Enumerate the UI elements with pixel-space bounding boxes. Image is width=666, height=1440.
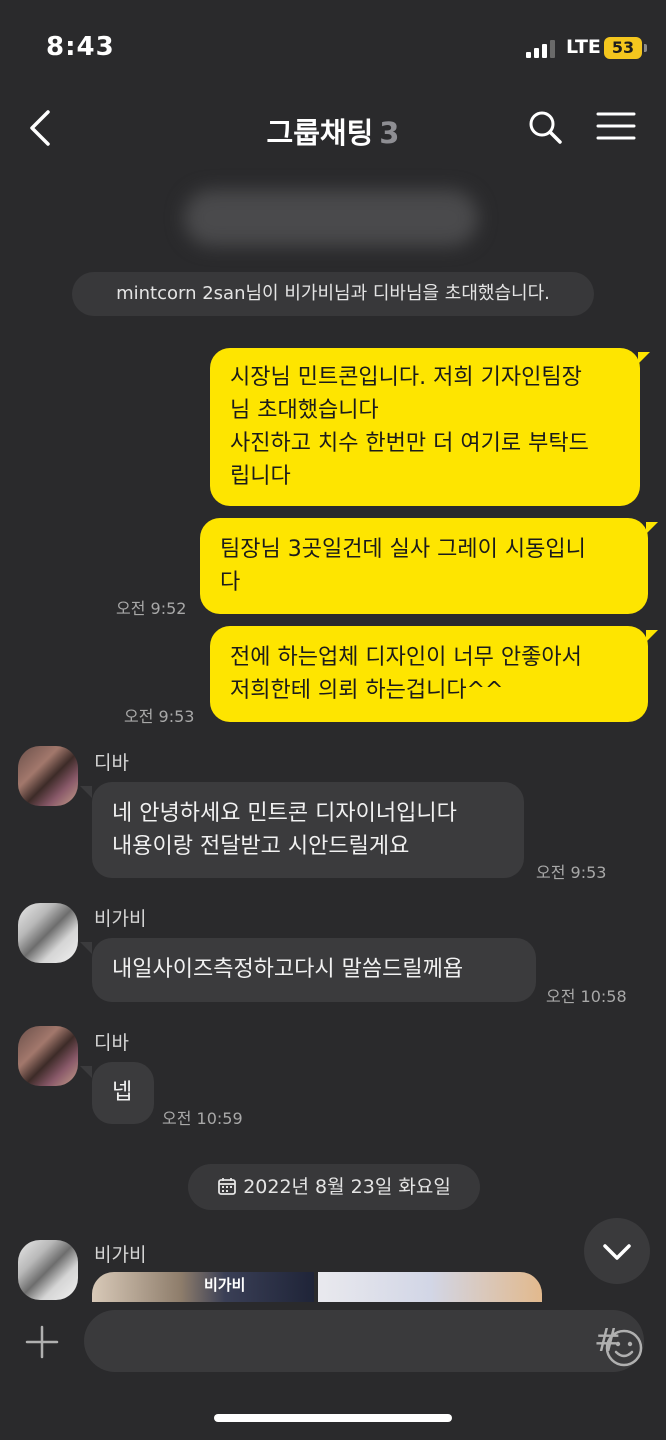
composer-bar: #	[0, 1302, 666, 1440]
calendar-icon	[218, 1178, 237, 1195]
message-time: 오전 10:58	[546, 987, 627, 1006]
bubble-tail	[80, 942, 92, 954]
message-time: 오전 10:59	[162, 1109, 243, 1128]
chat-header: 그룹채팅 3	[0, 96, 666, 160]
home-indicator[interactable]	[214, 1414, 452, 1422]
chevron-down-icon	[603, 1244, 631, 1260]
message-time: 오전 9:53	[124, 707, 195, 726]
sender-name: 디바	[94, 752, 129, 774]
message-bubble-me[interactable]: 시장님 민트콘입니다. 저희 기자인팀장 님 초대했습니다 사진하고 치수 한번…	[210, 348, 640, 506]
bubble-tail	[646, 630, 658, 642]
status-bar: 8:43 LTE 53	[0, 0, 666, 96]
message-bubble-other[interactable]: 내일사이즈측정하고다시 말씀드릴께욥	[92, 938, 536, 1002]
blurred-notice	[184, 190, 478, 246]
photo-sign-text: 비가비	[204, 1276, 246, 1294]
date-text: 2022년 8월 23일 화요일	[243, 1176, 451, 1198]
bubble-tail	[80, 1066, 92, 1078]
battery-tip	[644, 44, 647, 52]
avatar[interactable]	[18, 903, 78, 963]
photo-thumbnail[interactable]	[318, 1272, 542, 1302]
plus-icon	[25, 1325, 59, 1359]
message-bubble-other[interactable]: 넵	[92, 1062, 154, 1124]
bubble-tail	[646, 522, 658, 534]
scroll-to-bottom-button[interactable]	[584, 1218, 650, 1284]
search-icon	[529, 111, 562, 144]
chat-title-text: 그룹채팅	[266, 116, 374, 150]
hamburger-menu-icon	[596, 112, 636, 140]
photo-thumbnail[interactable]: 비가비	[92, 1272, 314, 1302]
image-message[interactable]: 비가비	[92, 1272, 542, 1302]
message-bubble-other[interactable]: 네 안녕하세요 민트콘 디자이너입니다 내용이랑 전달받고 시안드릴게요	[92, 782, 524, 878]
network-label: LTE	[566, 36, 601, 58]
search-button[interactable]	[526, 108, 564, 146]
date-divider: 2022년 8월 23일 화요일	[188, 1164, 480, 1210]
attach-button[interactable]	[24, 1324, 60, 1360]
message-input[interactable]	[84, 1310, 644, 1372]
chat-title: 그룹채팅 3	[0, 110, 666, 152]
bubble-tail	[80, 786, 92, 798]
invite-notice: mintcorn 2san님이 비가비님과 디바님을 초대했습니다.	[72, 272, 594, 316]
avatar[interactable]	[18, 1026, 78, 1086]
sender-name: 디바	[94, 1032, 129, 1054]
member-count: 3	[379, 116, 400, 150]
message-bubble-me[interactable]: 전에 하는업체 디자인이 너무 안좋아서 저희한테 의뢰 하는겁니다^^	[210, 626, 648, 722]
avatar[interactable]	[18, 746, 78, 806]
message-time: 오전 9:52	[116, 599, 187, 618]
bubble-tail	[638, 352, 650, 364]
avatar[interactable]	[18, 1240, 78, 1300]
battery-icon: 53	[604, 37, 642, 59]
signal-icon	[526, 40, 558, 58]
status-time: 8:43	[46, 32, 115, 62]
message-time: 오전 9:53	[536, 863, 607, 882]
hashtag-button[interactable]: #	[594, 1322, 621, 1358]
message-bubble-me[interactable]: 팀장님 3곳일건데 실사 그레이 시동입니 다	[200, 518, 648, 614]
sender-name: 비가비	[94, 1244, 147, 1266]
menu-button[interactable]	[596, 110, 636, 142]
sender-name: 비가비	[94, 908, 147, 930]
